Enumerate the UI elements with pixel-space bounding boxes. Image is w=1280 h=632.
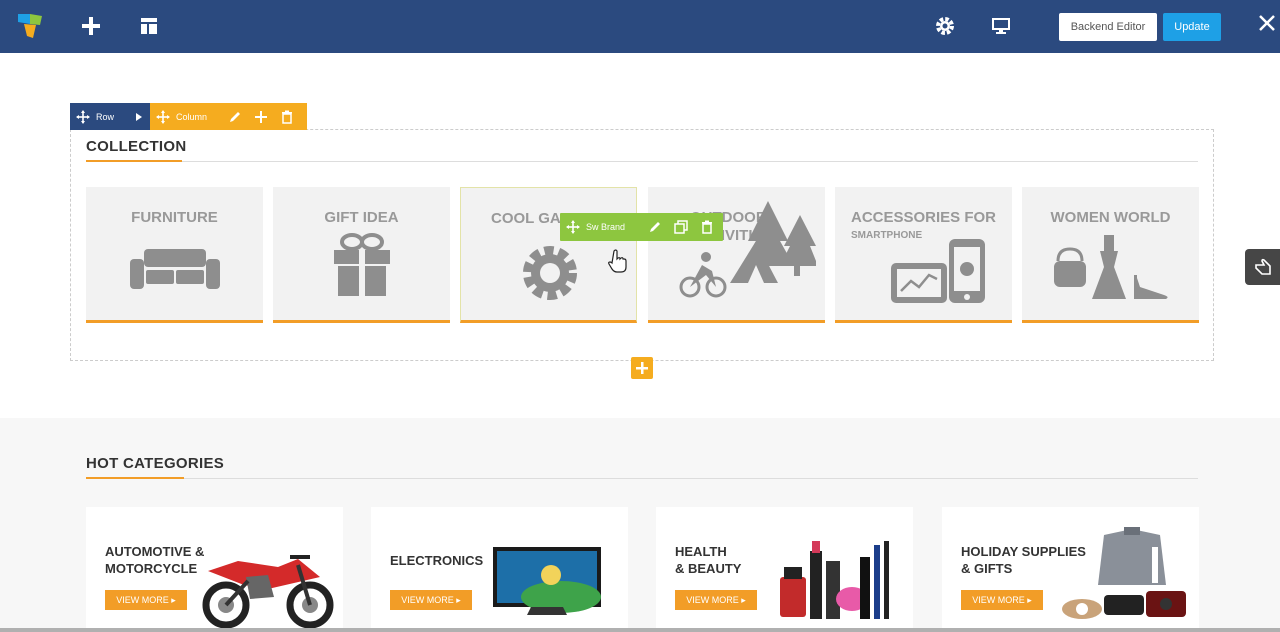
collection-title-underline	[86, 160, 182, 162]
element-controls: Sw Brand	[560, 213, 723, 241]
gifts-image	[1062, 527, 1186, 619]
row-controls: Row Column	[70, 103, 307, 130]
delete-element-icon[interactable]	[694, 214, 720, 241]
row-control: Row	[70, 103, 150, 130]
responsive-icon[interactable]	[988, 13, 1014, 39]
hot-card-holiday[interactable]: HOLIDAY SUPPLIES & GIFTS VIEW MORE ▸	[942, 507, 1199, 632]
hot-card-title-line1: AUTOMOTIVE &	[105, 544, 205, 559]
view-more-button[interactable]: VIEW MORE ▸	[105, 590, 187, 610]
column-control: Column	[150, 103, 307, 130]
backend-editor-button[interactable]: Backend Editor	[1059, 13, 1157, 41]
sofa-icon	[130, 249, 220, 289]
view-more-button[interactable]: VIEW MORE ▸	[390, 590, 472, 610]
plus-icon	[636, 362, 648, 374]
hot-card-title-line2: MOTORCYCLE	[105, 561, 198, 576]
fashion-icon	[1054, 235, 1168, 299]
templates-icon[interactable]	[136, 13, 162, 39]
hot-categories-underline	[86, 477, 184, 479]
clone-element-icon[interactable]	[668, 214, 694, 241]
cosmetics-image	[780, 541, 889, 619]
tv-image	[493, 547, 601, 615]
caret-right-icon[interactable]	[128, 103, 150, 130]
move-row-icon[interactable]	[70, 103, 96, 130]
collection-card-women[interactable]: WOMEN WORLD	[1022, 187, 1199, 323]
gift-icon	[334, 233, 390, 296]
hot-card-health[interactable]: HEALTH & BEAUTY VIEW MORE ▸	[656, 507, 913, 632]
edit-column-icon[interactable]	[222, 103, 248, 130]
hot-card-electronics[interactable]: ELECTRONICS VIEW MORE ▸	[371, 507, 628, 632]
add-element-icon[interactable]	[78, 13, 104, 39]
view-more-label: VIEW MORE	[686, 595, 739, 605]
hand-pointer-icon	[1255, 258, 1271, 275]
hot-categories-title: HOT CATEGORIES	[86, 455, 225, 472]
editor-toolbar: Backend Editor Update	[0, 0, 1280, 53]
hot-categories-divider	[86, 478, 1198, 479]
collection-card-title: WOMEN WORLD	[1050, 209, 1171, 226]
pointer-hand-icon	[608, 249, 627, 273]
devices-icon	[891, 239, 985, 303]
view-more-label: VIEW MORE	[972, 595, 1025, 605]
move-column-icon[interactable]	[150, 103, 176, 130]
hot-card-title-line1: ELECTRONICS	[390, 553, 484, 568]
bottom-scrollbar[interactable]	[0, 628, 1280, 632]
hot-card-title: HEALTH & BEAUTY	[675, 543, 741, 577]
logo-icon[interactable]	[16, 12, 46, 40]
collection-card-gift[interactable]: GIFT IDEA	[273, 187, 450, 323]
collection-title: COLLECTION	[86, 138, 187, 155]
delete-column-icon[interactable]	[274, 103, 300, 130]
hot-card-title: AUTOMOTIVE & MOTORCYCLE	[105, 543, 204, 577]
collection-card-title: GIFT IDEA	[324, 209, 399, 226]
collection-card-accessories[interactable]: ACCESSORIES FOR SMARTPHONE	[835, 187, 1012, 323]
hot-card-automotive[interactable]: AUTOMOTIVE & MOTORCYCLE VIEW MORE ▸	[86, 507, 343, 632]
row-label[interactable]: Row	[96, 112, 114, 122]
edit-element-icon[interactable]	[642, 214, 668, 241]
gear-icon	[523, 246, 577, 300]
collection-card-title: ACCESSORIES FOR	[851, 209, 997, 226]
hot-card-title-line1: HEALTH	[675, 544, 727, 559]
close-icon[interactable]	[1258, 14, 1280, 38]
element-label[interactable]: Sw Brand	[586, 222, 642, 232]
column-label[interactable]: Column	[176, 112, 222, 122]
add-column-icon[interactable]	[248, 103, 274, 130]
view-more-label: VIEW MORE	[401, 595, 454, 605]
view-more-button[interactable]: VIEW MORE ▸	[961, 590, 1043, 610]
collection-card-furniture[interactable]: FURNITURE	[86, 187, 263, 323]
collection-card-outdoor[interactable]: OUTDOOR ACTIVITIES	[648, 187, 825, 323]
hot-card-title-line2: & BEAUTY	[675, 561, 742, 576]
motorcycle-image	[202, 555, 334, 629]
view-more-button[interactable]: VIEW MORE ▸	[675, 590, 757, 610]
view-more-label: VIEW MORE	[116, 595, 169, 605]
side-panel-toggle[interactable]	[1245, 249, 1280, 285]
settings-icon[interactable]	[932, 13, 958, 39]
collection-divider	[86, 161, 1198, 162]
collection-card-title: FURNITURE	[131, 209, 218, 226]
add-row-button[interactable]	[631, 357, 653, 379]
move-element-icon[interactable]	[560, 214, 586, 241]
update-button[interactable]: Update	[1163, 13, 1221, 41]
hot-card-title: ELECTRONICS	[390, 552, 483, 569]
